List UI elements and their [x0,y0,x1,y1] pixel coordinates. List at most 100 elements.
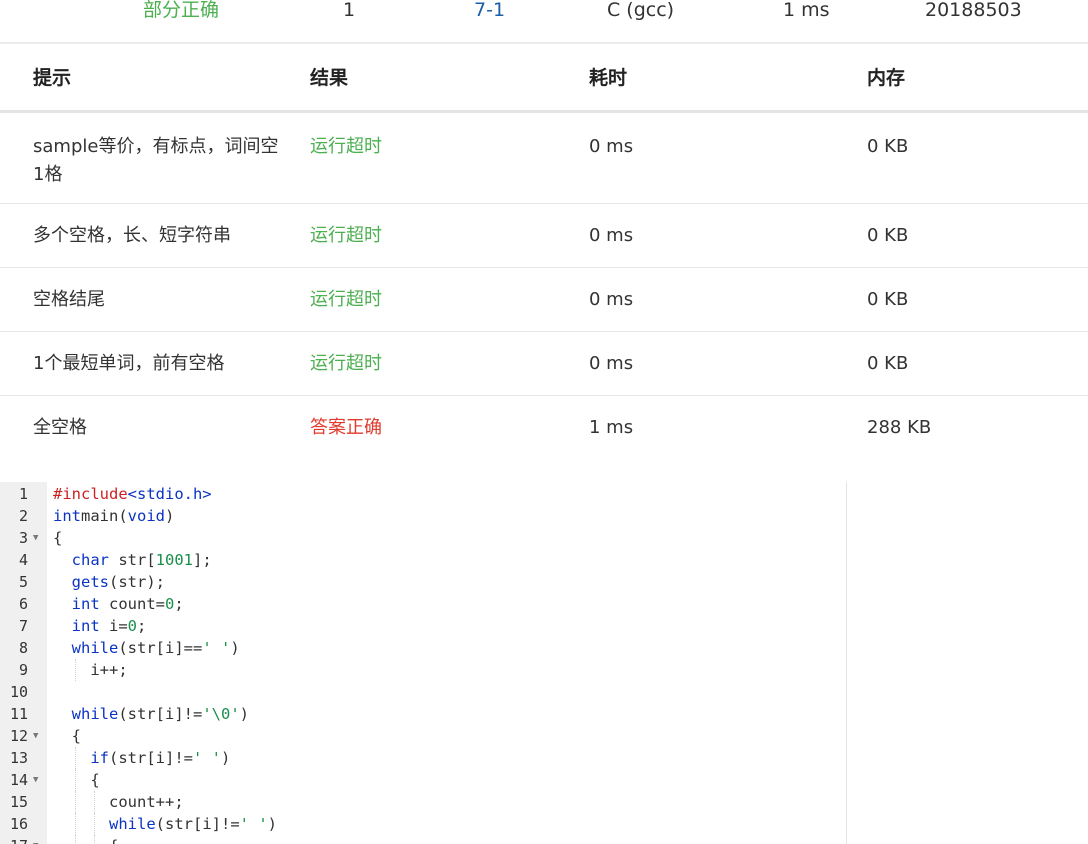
code-token: 0 [165,595,175,613]
code-token: ' ' [239,815,268,833]
code-text: gets(str); [53,571,165,593]
code-text: while(str[i]!=' ') [53,813,277,835]
fold-arrow-icon[interactable]: ▼ [33,725,38,747]
table-row: sample等价，有标点，词间空1格 运行超时 0 ms 0 KB [0,113,1088,204]
code-line: 10 [0,681,846,703]
fold-arrow-icon[interactable]: ▼ [33,769,38,791]
submission-user: 20188503 [925,0,1022,21]
code-token: str[ [109,551,156,569]
code-text: { [53,835,118,844]
code-line: 16 while(str[i]!=' ') [0,813,846,835]
code-token: ) [165,507,175,525]
line-number: 6 [18,595,28,613]
row-time: 0 ms [589,289,634,310]
code-token: while [71,639,119,657]
row-time: 0 ms [589,353,634,374]
indent-guide [74,769,77,791]
code-text: intmain(void) [53,505,174,527]
code-token: 1001 [155,551,193,569]
header-hint: 提示 [33,67,72,89]
header-memory: 内存 [867,67,906,89]
code-token: ]; [193,551,212,569]
code-line: 2 intmain(void) [0,505,846,527]
row-result: 运行超时 [310,353,382,374]
line-number: 1 [18,485,28,503]
code-token: int [53,507,81,525]
code-token: char [71,551,109,569]
code-token: main( [81,507,128,525]
code-token: int [71,617,100,635]
line-number: 16 [9,815,28,833]
indent-guide [94,813,96,835]
row-memory: 288 KB [867,417,932,438]
line-number: 10 [9,683,28,701]
code-line: 8 while(str[i]==' ') [0,637,846,659]
table-row: 多个空格，长、短字符串 运行超时 0 ms 0 KB [0,204,1088,268]
code-token: '\0' [202,705,240,723]
row-hint: sample等价，有标点，词间空1格 [33,136,279,185]
row-memory: 0 KB [867,353,909,374]
code-token: (str[i]== [118,639,203,657]
indent-guide [94,791,96,813]
code-token: <stdio.h> [127,485,212,503]
row-time: 0 ms [589,225,634,246]
code-line: 11 while(str[i]!='\0') [0,703,846,725]
row-hint: 1个最短单词，前有空格 [33,353,225,374]
code-line: 7 int i=0; [0,615,846,637]
row-hint: 全空格 [33,417,87,438]
code-line: 9 i++; [0,659,846,681]
indent-guide [94,835,96,844]
code-token: while [109,815,156,833]
code-line: 13 if(str[i]!=' ') [0,747,846,769]
submission-summary-row: 部分正确 1 7-1 C (gcc) 1 ms 20188503 [0,0,1088,44]
indent-guide [74,747,77,769]
row-result: 运行超时 [310,136,382,157]
code-token: count= [99,595,165,613]
fold-arrow-icon[interactable]: ▼ [33,835,38,844]
line-number: 12 [9,727,28,745]
code-token: (str); [109,573,165,591]
code-token: ' ' [202,639,231,657]
code-token: i= [99,617,128,635]
code-token: void [127,507,165,525]
code-token: ; [137,617,147,635]
code-token: ) [267,815,278,833]
code-line: 5 gets(str); [0,571,846,593]
code-line: 12 ▼ { [0,725,846,747]
row-hint: 多个空格，长、短字符串 [33,225,231,246]
row-time: 1 ms [589,417,634,438]
code-text: { [53,725,81,747]
submission-compiler: C (gcc) [607,0,675,21]
indent-guide [74,835,77,844]
code-token: ; [174,595,184,613]
code-token: (str[i]!= [109,749,193,767]
indent-guide [74,659,77,681]
code-token: #include [53,485,128,503]
line-number: 4 [18,551,28,569]
table-row: 1个最短单词，前有空格 运行超时 0 ms 0 KB [0,332,1088,396]
fold-arrow-icon[interactable]: ▼ [33,527,38,549]
code-token: ' ' [193,749,221,767]
code-token: ) [239,705,250,723]
submission-score: 1 [343,0,356,21]
line-number: 11 [9,705,28,723]
header-time: 耗时 [589,67,628,89]
row-memory: 0 KB [867,225,909,246]
submission-status: 部分正确 [143,0,220,21]
row-memory: 0 KB [867,136,909,157]
line-number: 14 [9,771,28,789]
problem-link[interactable]: 7-1 [474,0,505,22]
test-results-table: 提示 结果 耗时 内存 sample等价，有标点，词间空1格 运行超时 0 ms… [0,44,1088,460]
line-number: 15 [9,793,28,811]
code-token: { [53,529,63,547]
code-viewer[interactable]: 1 #include<stdio.h> 2 intmain(void) 3 ▼{4 cha… [0,482,847,844]
code-token: while [71,705,119,723]
code-token: 0 [127,617,138,635]
code-token: (str[i]!= [118,705,203,723]
